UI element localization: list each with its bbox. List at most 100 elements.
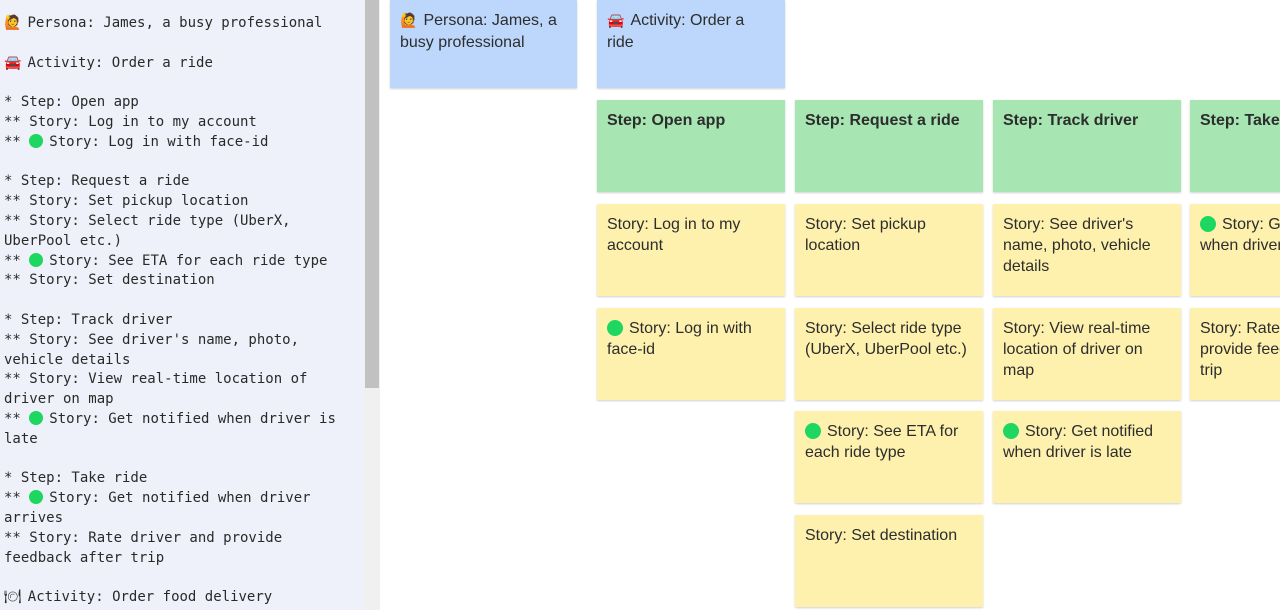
line-text: Activity: Order food delivery [27, 589, 273, 606]
line-text: driver on map [4, 391, 114, 408]
editor-line: driver on map [4, 390, 356, 410]
green-circle-icon [29, 252, 44, 267]
line-text: ** Story: Rate driver and provide [4, 529, 283, 546]
line-text: * Step: Track driver [4, 311, 173, 328]
card-text: Persona: James, a busy professional [400, 12, 557, 51]
line-prefix: ** [4, 252, 30, 269]
editor-line: ** Story: See ETA for each ride type [4, 252, 356, 272]
card-text: Step: Open app [607, 112, 726, 129]
editor-line: * Step: Request a ride [4, 172, 356, 192]
story-map-board: 🙋 Persona: James, a busy professional 🚘 Ac… [380, 0, 1280, 610]
card-story-ride-type[interactable]: Story: Select ride type (UberX, UberPool… [795, 308, 983, 400]
editor-line: ** Story: Set destination [4, 271, 356, 291]
card-story-late[interactable]: Story: Get notified when driver is late [993, 411, 1181, 503]
card-text: Story: Log in to my account [607, 216, 741, 254]
card-story-realtime[interactable]: Story: View real-time location of driver… [993, 308, 1181, 400]
line-text: Story: Get notified when driver [49, 490, 311, 507]
green-circle-icon [29, 133, 44, 148]
line-text: ** Story: See driver's name, photo, [4, 331, 300, 348]
story-map-text-editor[interactable]: 🙋 Persona: James, a busy professional 🚘 Act… [0, 0, 364, 610]
line-emoji-icon: 🍽 [4, 589, 22, 606]
card-text: Story: Select ride type (UberX, UberPool… [805, 320, 967, 358]
card-story-arrives[interactable]: Story: Get notified when driver arrives [1190, 204, 1280, 296]
card-story-eta[interactable]: Story: See ETA for each ride type [795, 411, 983, 503]
editor-line: ** Story: Get notified when driver [4, 489, 356, 509]
card-text: Activity: Order a ride [607, 12, 745, 51]
card-story-driver-details[interactable]: Story: See driver's name, photo, vehicle… [993, 204, 1181, 296]
line-text: ** Story: Select ride type (UberX, [4, 212, 291, 229]
card-story-destination[interactable]: Story: Set destination [795, 515, 983, 607]
editor-line: * Step: Track driver [4, 311, 356, 331]
editor-line: * Step: Open app [4, 93, 356, 113]
line-text: * Step: Request a ride [4, 173, 190, 190]
line-emoji-icon: 🚘 [4, 54, 22, 71]
line-text: * Step: Open app [4, 94, 139, 111]
line-text: ** Story: Set destination [4, 272, 215, 289]
green-circle-icon [1200, 216, 1216, 232]
card-text: Story: Log in with face-id [607, 320, 752, 358]
editor-text-content[interactable]: 🙋 Persona: James, a busy professional 🚘 Act… [4, 14, 356, 608]
card-text: Story: See driver's name, photo, vehicle… [1003, 216, 1151, 275]
card-text: Story: Set destination [805, 527, 958, 544]
editor-scrollbar[interactable] [364, 0, 380, 610]
line-prefix: ** [4, 490, 30, 507]
green-circle-icon [607, 320, 623, 336]
editor-line: feedback after trip [4, 549, 356, 569]
card-text: Step: Track driver [1003, 112, 1139, 129]
line-text: ** Story: Log in to my account [4, 113, 257, 130]
editor-line: ** Story: Log in to my account [4, 113, 356, 133]
editor-line: arrives [4, 509, 356, 529]
line-emoji-icon: 🙋 [4, 15, 22, 31]
editor-line: late [4, 430, 356, 450]
card-emoji-icon: 🙋 [400, 13, 418, 29]
card-story-login-faceid[interactable]: Story: Log in with face-id [597, 308, 785, 400]
editor-line: ** Story: Rate driver and provide [4, 529, 356, 549]
line-text: ** Story: View real-time location of [4, 371, 308, 388]
card-persona[interactable]: 🙋 Persona: James, a busy professional [390, 0, 577, 88]
card-text: Story: View real-time location of driver… [1003, 320, 1151, 379]
editor-line: 🙋 Persona: James, a busy professional [4, 14, 356, 34]
editor-line: vehicle details [4, 351, 356, 371]
card-step-request-ride[interactable]: Step: Request a ride [795, 100, 983, 192]
line-text: Story: Log in with face-id [49, 133, 269, 150]
editor-line: ** Story: See driver's name, photo, [4, 331, 356, 351]
line-prefix: ** [4, 410, 30, 427]
line-text: Persona: James, a busy professional [27, 15, 323, 31]
line-text: UberPool etc.) [4, 232, 123, 249]
editor-line: UberPool etc.) [4, 232, 356, 252]
green-circle-icon [29, 490, 44, 505]
card-step-take-ride[interactable]: Step: Take ride [1190, 100, 1280, 192]
card-text: Step: Request a ride [805, 112, 960, 129]
editor-line: 🚘 Activity: Order a ride [4, 54, 356, 74]
line-text: Activity: Order a ride [27, 54, 213, 71]
card-emoji-icon: 🚘 [607, 13, 625, 29]
green-circle-icon [1003, 423, 1019, 439]
editor-line: 🍽 Activity: Order food delivery [4, 588, 356, 608]
editor-line: ** Story: Get notified when driver is [4, 410, 356, 430]
card-text: Story: Get notified when driver is late [1003, 423, 1154, 461]
card-story-rate[interactable]: Story: Rate driver and provide feedback … [1190, 308, 1280, 400]
card-step-track-driver[interactable]: Step: Track driver [993, 100, 1181, 192]
card-story-pickup[interactable]: Story: Set pickup location [795, 204, 983, 296]
line-text: vehicle details [4, 351, 131, 368]
green-circle-icon [805, 423, 821, 439]
card-story-login-account[interactable]: Story: Log in to my account [597, 204, 785, 296]
editor-scrollbar-thumb[interactable] [365, 0, 379, 388]
editor-line: ** Story: View real-time location of [4, 370, 356, 390]
line-text: Story: Get notified when driver is [49, 410, 336, 427]
editor-line: ** Story: Log in with face-id [4, 133, 356, 153]
line-text: ** Story: Set pickup location [4, 193, 249, 210]
green-circle-icon [29, 410, 44, 425]
line-text: * Step: Take ride [4, 470, 148, 487]
editor-line: ** Story: Select ride type (UberX, [4, 212, 356, 232]
line-text: feedback after trip [4, 549, 165, 566]
line-text: Story: See ETA for each ride type [49, 252, 328, 269]
card-step-open-app[interactable]: Step: Open app [597, 100, 785, 192]
card-activity[interactable]: 🚘 Activity: Order a ride [597, 0, 785, 88]
